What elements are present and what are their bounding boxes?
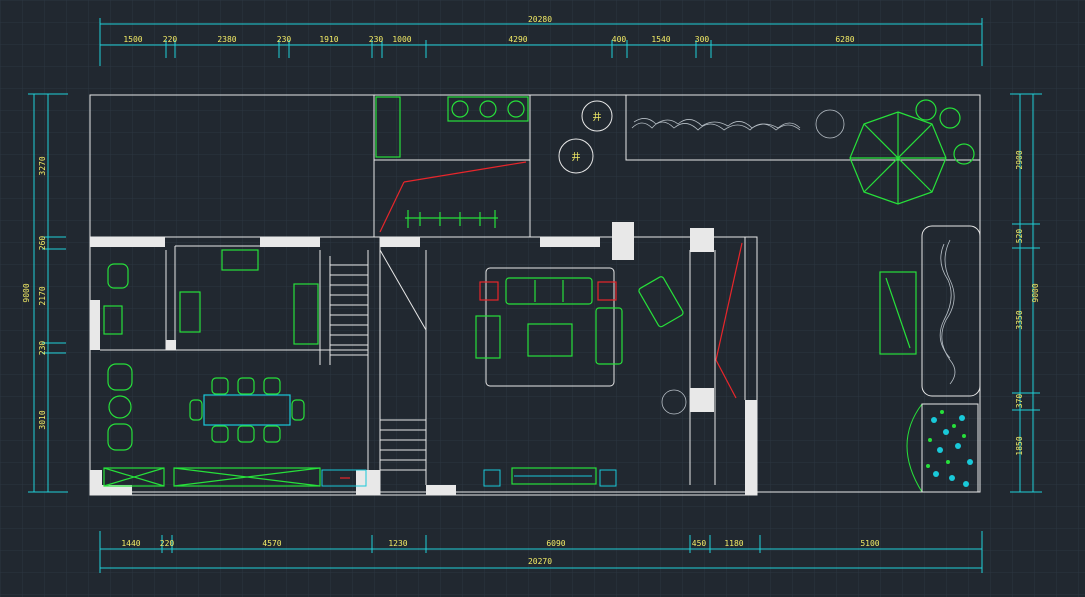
dim-left-1: 3270 — [38, 156, 47, 175]
dim-left-total: 9000 — [22, 283, 31, 302]
dim-left-2: 260 — [38, 236, 47, 251]
dim-bottom-7: 1180 — [724, 539, 743, 548]
dim-top-6: 230 — [369, 35, 384, 44]
dim-top-7: 1000 — [392, 35, 411, 44]
dim-top-12: 6280 — [835, 35, 854, 44]
dim-top-5: 1910 — [319, 35, 338, 44]
well-a-label: 井 — [592, 111, 601, 123]
dim-top-10: 1540 — [651, 35, 670, 44]
dim-bottom-3: 4570 — [262, 539, 281, 548]
dim-top-3: 2380 — [217, 35, 236, 44]
dim-left-4: 230 — [38, 341, 47, 356]
dim-top-2: 220 — [163, 35, 178, 44]
dim-top-total: 20280 — [528, 15, 552, 24]
dim-top-8: 4290 — [508, 35, 527, 44]
dim-left-3: 2170 — [38, 286, 47, 305]
dim-bottom-8: 5100 — [860, 539, 879, 548]
cad-floor-plan: 20280 1500 220 2380 230 1910 230 1000 42… — [0, 0, 1085, 597]
dim-bottom-1: 1440 — [121, 539, 140, 548]
dim-right-total: 9000 — [1031, 283, 1040, 302]
dim-bottom-5: 6090 — [546, 539, 565, 548]
dim-right-1: 2900 — [1015, 150, 1024, 169]
dim-top-9: 400 — [612, 35, 627, 44]
dim-top-1: 1500 — [123, 35, 142, 44]
dim-top-11: 300 — [695, 35, 710, 44]
dim-bottom-total: 20270 — [528, 557, 552, 566]
dim-right-5: 1850 — [1015, 436, 1024, 455]
well-b-label: 井 — [571, 151, 580, 163]
dim-right-4: 370 — [1015, 394, 1024, 409]
dim-right-2: 520 — [1015, 229, 1024, 244]
dim-bottom-2: 220 — [160, 539, 175, 548]
dim-right-3: 3350 — [1015, 310, 1024, 329]
dim-bottom-4: 1230 — [388, 539, 407, 548]
dim-left-5: 3010 — [38, 410, 47, 429]
dim-bottom-6: 450 — [692, 539, 707, 548]
dim-top-4: 230 — [277, 35, 292, 44]
